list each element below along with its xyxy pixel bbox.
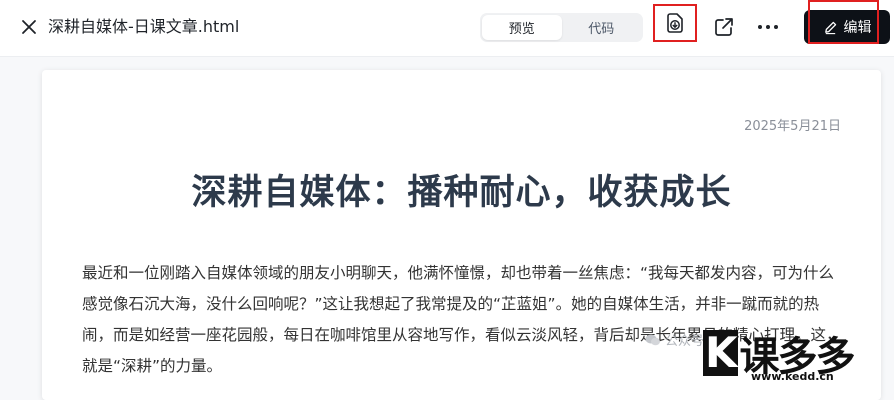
edit-button[interactable]: 编辑 — [804, 10, 890, 44]
tab-preview[interactable]: 预览 — [482, 15, 562, 40]
wechat-watermark-text: 公众号 — [665, 334, 705, 349]
watermark: 公众号 K 课多多 www.kedd.cn — [645, 320, 894, 383]
pencil-icon — [824, 21, 836, 34]
edit-button-label: 编辑 — [843, 20, 872, 36]
share-button[interactable] — [711, 14, 737, 40]
close-icon — [22, 20, 36, 34]
document-heading: 深耕自媒体：播种耐心，收获成长 — [191, 173, 732, 213]
file-title: 深耕自媒体-日课文章.html — [48, 17, 240, 36]
close-button[interactable] — [18, 16, 40, 38]
view-mode-switch: 预览 代码 — [480, 13, 643, 42]
more-icon — [758, 25, 778, 29]
brand-k-mark: K — [703, 328, 738, 377]
tab-code[interactable]: 代码 — [562, 15, 642, 40]
wechat-watermark: 公众号 — [645, 330, 704, 349]
top-toolbar: 深耕自媒体-日课文章.html 预览 代码 编辑 — [0, 0, 894, 57]
brand-url: www.kedd.cn — [751, 370, 834, 383]
more-button[interactable] — [755, 14, 781, 40]
document-date: 2025年5月21日 — [744, 119, 841, 134]
wechat-icon — [645, 334, 660, 345]
share-icon — [715, 18, 733, 36]
download-icon — [667, 13, 683, 33]
download-button[interactable] — [653, 4, 697, 42]
